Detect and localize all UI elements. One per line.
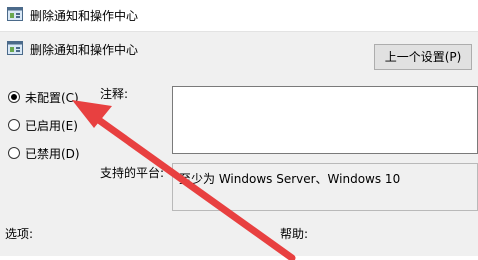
radio-label-disabled: 已禁用(D)	[25, 146, 80, 161]
prev-setting-button[interactable]: 上一个设置(P)	[374, 44, 472, 70]
window-title: 删除通知和操作中心	[30, 9, 139, 23]
comment-label: 注释:	[100, 87, 129, 101]
radio-not-configured[interactable]: 未配置(C)	[8, 88, 79, 106]
comment-textarea[interactable]	[172, 86, 478, 154]
policy-icon	[7, 7, 23, 21]
radio-enabled[interactable]: 已启用(E)	[8, 116, 78, 134]
setting-name: 删除通知和操作中心	[30, 43, 139, 57]
radio-label-enabled: 已启用(E)	[25, 118, 78, 133]
options-label: 选项:	[5, 227, 34, 241]
policy-icon	[7, 41, 23, 55]
supported-platform-field: 至少为 Windows Server、Windows 10	[172, 163, 478, 211]
help-label: 帮助:	[280, 227, 309, 241]
window-titlebar: 删除通知和操作中心	[0, 0, 478, 32]
radio-label-not-configured: 未配置(C)	[25, 90, 79, 105]
radio-circle[interactable]	[8, 147, 20, 159]
radio-disabled[interactable]: 已禁用(D)	[8, 144, 80, 162]
radio-circle[interactable]	[8, 119, 20, 131]
radio-circle-checked[interactable]	[8, 91, 20, 103]
bottom-edge	[0, 256, 478, 260]
supported-platform-label: 支持的平台:	[100, 166, 165, 180]
